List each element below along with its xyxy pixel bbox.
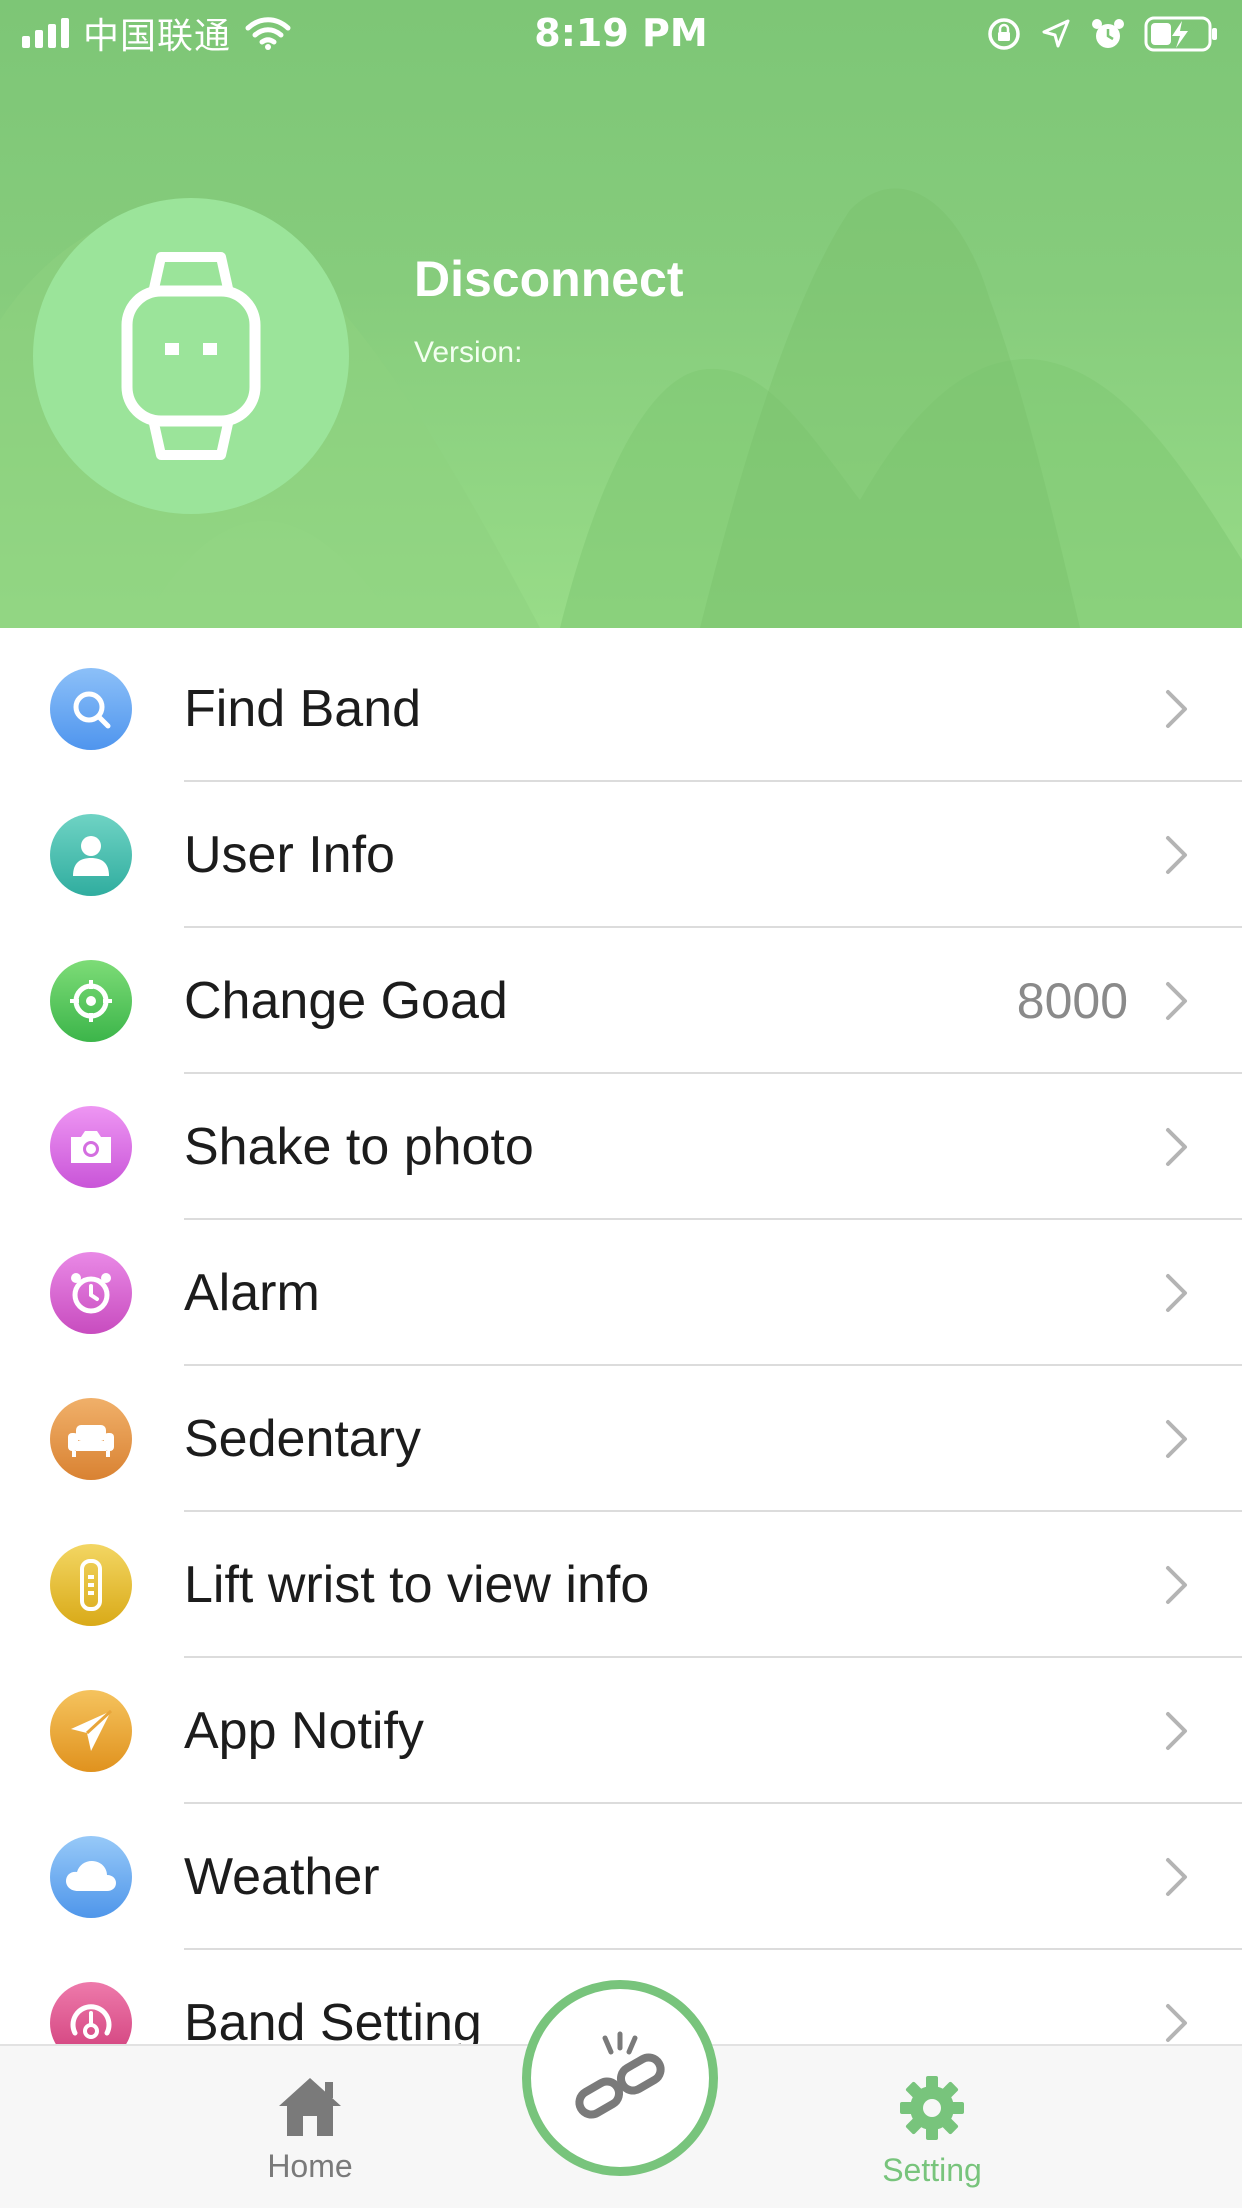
camera-icon [50,1106,132,1188]
setting-app-notify[interactable]: App Notify [0,1658,1242,1804]
setting-label: Lift wrist to view info [184,1556,650,1614]
alarm-icon [1092,19,1124,48]
chevron-right-icon [1166,1566,1187,1604]
setting-label: Change Goad [184,972,508,1030]
user-icon [50,814,132,896]
setting-find-band[interactable]: Find Band [0,636,1242,782]
setting-label: Alarm [184,1264,320,1322]
home-icon [279,2078,341,2136]
chevron-right-icon [1166,1128,1187,1166]
setting-label: User Info [184,826,395,884]
target-icon [50,960,132,1042]
paper-plane-icon [50,1690,132,1772]
settings-list: Find Band User Info Change Goad 8000 Sha… [0,636,1242,2096]
tab-home[interactable]: Home [190,2074,430,2185]
setting-label: App Notify [184,1702,424,1760]
setting-change-goal[interactable]: Change Goad 8000 [0,928,1242,1074]
device-header: 中国联通 8:19 PM Disconnect Version: [0,0,1242,628]
status-bar: 中国联通 8:19 PM [0,0,1242,66]
device-version: Version: [414,336,523,369]
chevron-right-icon [1166,1274,1187,1312]
tab-home-label: Home [267,2148,353,2184]
setting-sedentary[interactable]: Sedentary [0,1366,1242,1512]
chevron-right-icon [1166,836,1187,874]
setting-lift-wrist[interactable]: Lift wrist to view info [0,1512,1242,1658]
setting-user-info[interactable]: User Info [0,782,1242,928]
chevron-right-icon [1166,2004,1187,2042]
battery-charging-icon [1144,16,1217,52]
chevron-right-icon [1166,1420,1187,1458]
setting-label: Sedentary [184,1410,422,1468]
setting-alarm[interactable]: Alarm [0,1220,1242,1366]
chevron-right-icon [1166,690,1187,728]
device-avatar [33,198,349,514]
cloud-icon [50,1836,132,1918]
rotation-lock-icon [988,18,1020,50]
watch-icon [121,252,261,460]
chevron-right-icon [1166,1712,1187,1750]
tab-setting-label: Setting [882,2152,982,2188]
search-icon [50,668,132,750]
chevron-right-icon [1166,1858,1187,1896]
broken-link-icon [575,2031,665,2119]
settings-screen: 中国联通 8:19 PM Disconnect Version: Find Ba… [0,0,1242,2208]
setting-shake-to-photo[interactable]: Shake to photo [0,1074,1242,1220]
setting-label: Find Band [184,680,422,738]
setting-label: Weather [184,1848,380,1906]
location-icon [1042,19,1070,48]
band-icon [50,1544,132,1626]
setting-label: Shake to photo [184,1118,534,1176]
tab-setting[interactable]: Setting [812,2074,1052,2189]
device-status: Disconnect [414,251,684,307]
alarm-clock-icon [50,1252,132,1334]
connect-button[interactable] [522,1980,718,2176]
sofa-icon [50,1398,132,1480]
gear-icon [900,2076,964,2140]
setting-weather[interactable]: Weather [0,1804,1242,1950]
goal-value: 8000 [1016,973,1128,1029]
chevron-right-icon [1166,982,1187,1020]
